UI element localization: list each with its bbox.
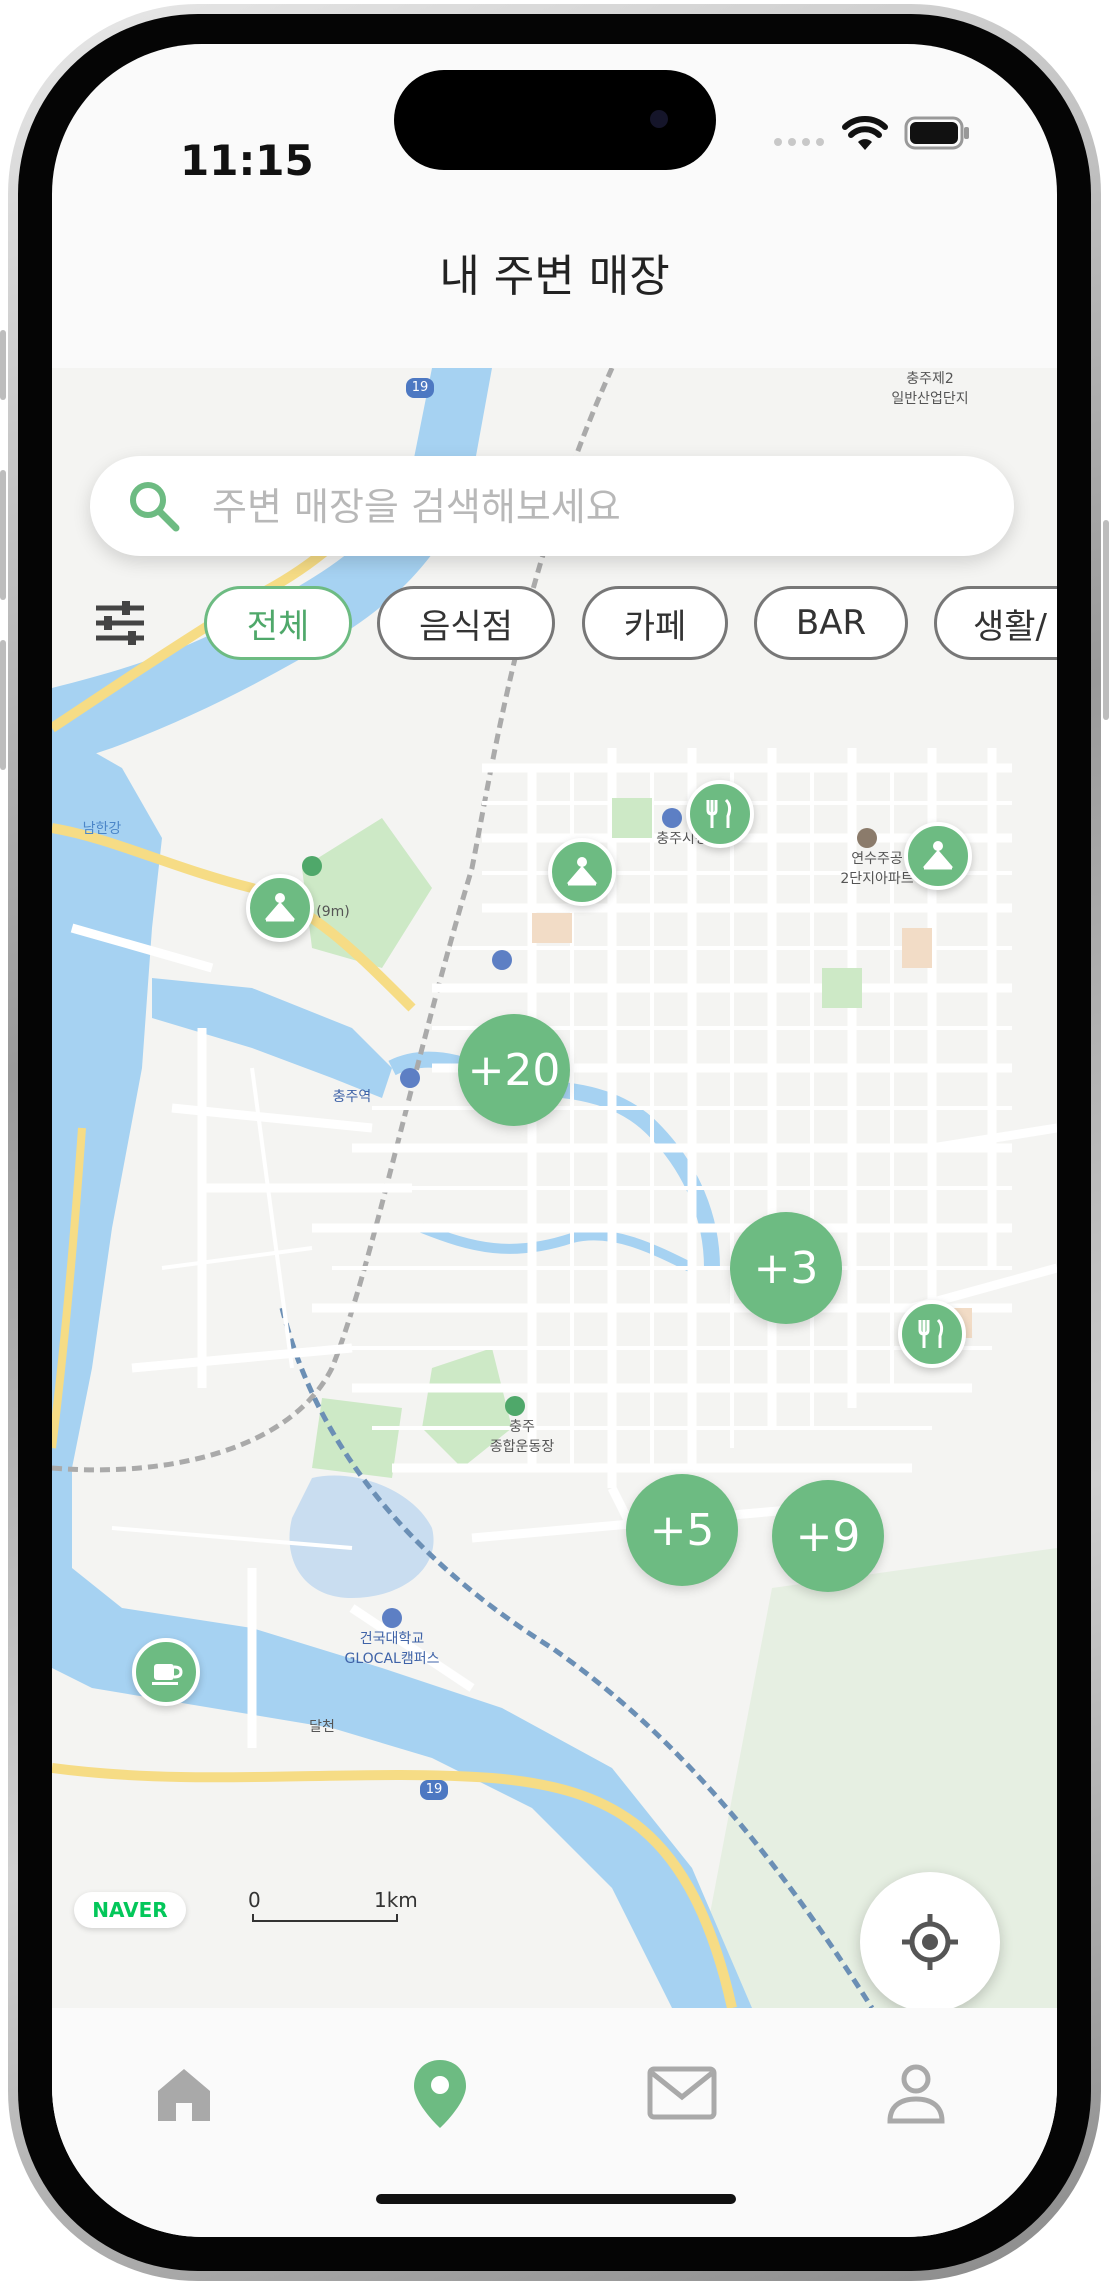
- cluster-marker[interactable]: +5: [626, 1474, 738, 1586]
- lake: [289, 1475, 434, 1598]
- university-icon: [382, 1608, 402, 1628]
- dynamic-island: [394, 70, 716, 170]
- status-time: 11:15: [180, 136, 314, 185]
- filter-chip-all[interactable]: 전체: [204, 586, 352, 660]
- station-icon: [400, 1068, 420, 1088]
- battery-icon: [904, 116, 970, 154]
- map-label-mountain: (9m): [316, 904, 350, 920]
- search-bar[interactable]: [90, 456, 1014, 556]
- phone-frame: 11:15 내 주변 매장 19 19 충주제2 일반산업단지 남한강 충주역 …: [0, 0, 1109, 2285]
- search-icon: [130, 482, 180, 532]
- map-label-stadium: 충주 종합운동장: [489, 1419, 555, 1455]
- route-number: 19: [411, 380, 429, 395]
- tab-home[interactable]: [134, 2048, 234, 2138]
- filter-chip-restaurant[interactable]: 음식점: [377, 586, 555, 660]
- filter-settings-button[interactable]: [92, 598, 148, 648]
- map-label-station: 충주역: [332, 1089, 372, 1105]
- mail-icon: [647, 2066, 717, 2120]
- tab-messages[interactable]: [632, 2048, 732, 2138]
- store-pin-lifestyle[interactable]: [246, 874, 314, 942]
- yoga-icon: [566, 857, 598, 886]
- building: [532, 913, 572, 943]
- map-label-dalcheon: 달천: [309, 1719, 335, 1735]
- scale-end-label: 1km: [374, 1888, 418, 1912]
- store-pin-restaurant[interactable]: [898, 1300, 966, 1368]
- fork-knife-icon: [706, 798, 732, 828]
- home-indicator[interactable]: [376, 2194, 736, 2204]
- cluster-marker[interactable]: +3: [730, 1212, 842, 1324]
- subway-icon: [492, 950, 512, 970]
- store-pin-lifestyle[interactable]: [904, 822, 972, 890]
- map-label-industrial: 충주제2 일반산업단지: [891, 371, 969, 407]
- route-number: 19: [425, 1782, 443, 1797]
- filter-chip-bar[interactable]: BAR: [754, 586, 908, 660]
- volume-up-button: [0, 470, 6, 600]
- park-area: [302, 818, 432, 968]
- apartment-icon: [857, 828, 877, 848]
- map-label-university: 건국대학교 GLOCAL캠퍼스: [344, 1631, 440, 1667]
- cluster-marker[interactable]: +20: [458, 1014, 570, 1126]
- coffee-cup-icon: [152, 1664, 183, 1685]
- scale-bar: [252, 1914, 398, 1922]
- yoga-icon: [264, 893, 296, 922]
- filter-chip-lifestyle[interactable]: 생활/: [934, 586, 1057, 660]
- person-icon: [887, 2064, 945, 2124]
- yoga-icon: [922, 841, 954, 870]
- stadium-icon: [505, 1396, 525, 1416]
- fork-knife-icon: [918, 1318, 944, 1348]
- power-button: [1103, 520, 1109, 720]
- store-pin-lifestyle[interactable]: [548, 838, 616, 906]
- scale-start-label: 0: [248, 1888, 261, 1912]
- current-location-button[interactable]: [860, 1872, 1000, 2008]
- status-bar: 11:15: [52, 44, 1057, 194]
- map-label-river: 남한강: [82, 821, 122, 837]
- mountain-icon: [302, 856, 322, 876]
- store-pin-cafe[interactable]: [132, 1638, 200, 1706]
- location-pin-icon: [414, 2060, 466, 2128]
- cluster-marker[interactable]: +9: [772, 1480, 884, 1592]
- filter-chip-cafe[interactable]: 카페: [582, 586, 728, 660]
- tab-profile[interactable]: [866, 2048, 966, 2138]
- page-title: 내 주변 매장: [439, 251, 670, 302]
- screen: 11:15 내 주변 매장 19 19 충주제2 일반산업단지 남한강 충주역 …: [52, 44, 1057, 2237]
- map-scale: 0 1km: [248, 1888, 418, 1928]
- search-input[interactable]: [210, 480, 974, 534]
- sliders-icon: [96, 601, 144, 645]
- park: [822, 968, 862, 1008]
- tab-map[interactable]: [390, 2044, 490, 2144]
- volume-down-button: [0, 640, 6, 770]
- building: [902, 928, 932, 968]
- wifi-icon: [842, 116, 888, 156]
- river-branch: [152, 978, 392, 1098]
- cellular-signal-icon: [772, 128, 828, 152]
- store-pin-restaurant[interactable]: [686, 780, 754, 848]
- cityhall-icon: [662, 808, 682, 828]
- side-button: [0, 330, 6, 400]
- crosshair-icon: [902, 1914, 958, 1970]
- naver-logo: NAVER: [74, 1892, 186, 1928]
- home-icon: [158, 2069, 210, 2121]
- river: [52, 368, 492, 768]
